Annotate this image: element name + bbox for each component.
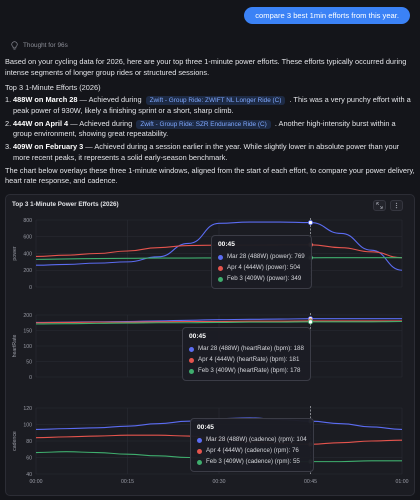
tooltip-time: 00:45 xyxy=(189,333,206,340)
legend-dot-apr4 xyxy=(218,265,223,271)
legend-dot-mar28 xyxy=(189,346,194,352)
y-tick-label: 0 xyxy=(29,375,32,381)
tooltip-row: Mar 28 (488W) (heartRate) (bpm): 188 xyxy=(189,345,304,354)
y-tick-label: 100 xyxy=(23,422,32,428)
tooltip-row: Mar 28 (488W) (cadence) (rpm): 104 xyxy=(197,436,307,445)
y-tick-label: 50 xyxy=(26,359,32,365)
assistant-response: Based on your cycling data for 2026, her… xyxy=(5,57,415,192)
section-title: Top 3 1-Minute Efforts (2026) xyxy=(5,83,101,93)
thought-indicator[interactable]: Thought for 96s xyxy=(11,41,68,50)
legend-dot-feb3 xyxy=(218,276,223,282)
tooltip-value: Apr 4 (444W) (cadence) (rpm): 76 xyxy=(206,446,299,454)
y-tick-label: 0 xyxy=(29,285,32,291)
list-number: 3. xyxy=(5,142,12,152)
tooltip-time: 00:45 xyxy=(197,424,214,431)
legend-dot-mar28 xyxy=(197,437,202,443)
y-tick-label: 150 xyxy=(23,328,32,334)
list-item: 1. 488W on March 28 — Achieved during Zw… xyxy=(5,95,415,116)
efforts-list: 1. 488W on March 28 — Achieved during Zw… xyxy=(5,95,415,163)
y-tick-label: 600 xyxy=(23,235,32,241)
tooltip-row: Apr 4 (444W) (cadence) (rpm): 76 xyxy=(197,447,307,456)
tooltip-value: Mar 28 (488W) (heartRate) (bpm): 188 xyxy=(198,344,304,352)
list-item-content: 488W on March 28 — Achieved during Zwift… xyxy=(13,95,415,116)
effort-highlight: 409W on February 3 xyxy=(13,142,84,152)
effort-highlight: 444W on April 4 xyxy=(13,118,69,128)
tooltip-row: Feb 3 (409W) (power): 349 xyxy=(218,275,305,284)
tooltip-row: Feb 3 (409W) (heartRate) (bpm): 178 xyxy=(189,367,304,376)
x-tick-label: 00:15 xyxy=(121,479,134,485)
list-number: 2. xyxy=(5,118,12,128)
hover-point xyxy=(307,319,313,325)
lightbulb-icon xyxy=(11,41,18,50)
y-tick-label: 100 xyxy=(23,344,32,350)
tooltip-row: Apr 4 (444W) (power): 504 xyxy=(218,264,305,273)
tooltip-value: Feb 3 (409W) (power): 349 xyxy=(227,274,302,282)
tooltip-row: Mar 28 (488W) (power): 769 xyxy=(218,253,305,262)
user-message-bubble: compare 3 best 1min efforts from this ye… xyxy=(244,7,410,24)
x-tick-label: 01:00 xyxy=(396,479,409,485)
x-tick-label: 00:00 xyxy=(30,479,43,485)
list-item: 3. 409W on February 3 — Achieved during … xyxy=(5,142,415,163)
activity-link-chip[interactable]: Zwift - Group Ride: SZR Endurance Ride (… xyxy=(136,119,271,129)
y-tick-label: 200 xyxy=(23,313,32,319)
tooltip-value: Mar 28 (488W) (power): 769 xyxy=(227,252,305,260)
y-tick-label: 400 xyxy=(23,251,32,257)
legend-dot-mar28 xyxy=(218,254,223,260)
chart-tooltip-power: 00:45 Mar 28 (488W) (power): 769 Apr 4 (… xyxy=(211,235,312,289)
tooltip-value: Mar 28 (488W) (cadence) (rpm): 104 xyxy=(206,435,307,443)
x-tick-label: 00:45 xyxy=(304,479,317,485)
y-tick-label: 40 xyxy=(26,472,32,478)
tooltip-time: 00:45 xyxy=(218,241,235,248)
chart-tooltip-cadence: 00:45 Mar 28 (488W) (cadence) (rpm): 104… xyxy=(190,418,314,472)
activity-link-chip[interactable]: Zwift - Group Ride: ZWIFT NL Longer Ride… xyxy=(145,96,286,106)
y-tick-label: 60 xyxy=(26,455,32,461)
legend-dot-apr4 xyxy=(197,448,202,454)
tooltip-row: Apr 4 (444W) (heartRate) (bpm): 181 xyxy=(189,356,304,365)
y-axis-label: cadence xyxy=(12,431,18,451)
list-item: 2. 444W on April 4 — Achieved during Zwi… xyxy=(5,119,415,140)
list-number: 1. xyxy=(5,95,12,105)
y-tick-label: 200 xyxy=(23,268,32,274)
effort-text-pre: — Achieved during xyxy=(77,95,144,105)
hover-point xyxy=(307,220,313,226)
y-tick-label: 80 xyxy=(26,439,32,445)
y-tick-label: 120 xyxy=(23,406,32,412)
user-message-text: compare 3 best 1min efforts from this ye… xyxy=(255,11,399,20)
legend-dot-feb3 xyxy=(197,459,202,465)
chart-card: Top 3 1-Minute Power Efforts (2026) 0 200… xyxy=(5,194,415,496)
list-item-content: 444W on April 4 — Achieved during Zwift … xyxy=(13,119,415,140)
tooltip-value: Feb 3 (409W) (cadence) (rpm): 55 xyxy=(206,457,300,465)
intro-paragraph: Based on your cycling data for 2026, her… xyxy=(5,57,407,77)
y-tick-label: 800 xyxy=(23,218,32,224)
legend-dot-apr4 xyxy=(189,357,194,363)
thought-label: Thought for 96s xyxy=(23,42,68,49)
x-tick-label: 00:30 xyxy=(213,479,226,485)
tooltip-value: Feb 3 (409W) (heartRate) (bpm): 178 xyxy=(198,366,301,374)
tooltip-value: Apr 4 (444W) (heartRate) (bpm): 181 xyxy=(198,355,300,363)
list-item-content: 409W on February 3 — Achieved during a s… xyxy=(13,142,415,163)
effort-text-pre: — Achieved during xyxy=(68,118,135,128)
tooltip-value: Apr 4 (444W) (power): 504 xyxy=(227,263,301,271)
tooltip-row: Feb 3 (409W) (cadence) (rpm): 55 xyxy=(197,458,307,467)
legend-dot-feb3 xyxy=(189,368,194,374)
chart-intro-paragraph: The chart below overlays these three 1-m… xyxy=(5,165,415,186)
y-axis-label: heartRate xyxy=(12,335,18,358)
effort-highlight: 488W on March 28 xyxy=(13,95,78,105)
chart-tooltip-heartrate: 00:45 Mar 28 (488W) (heartRate) (bpm): 1… xyxy=(182,327,311,381)
y-axis-label: power xyxy=(12,246,18,260)
